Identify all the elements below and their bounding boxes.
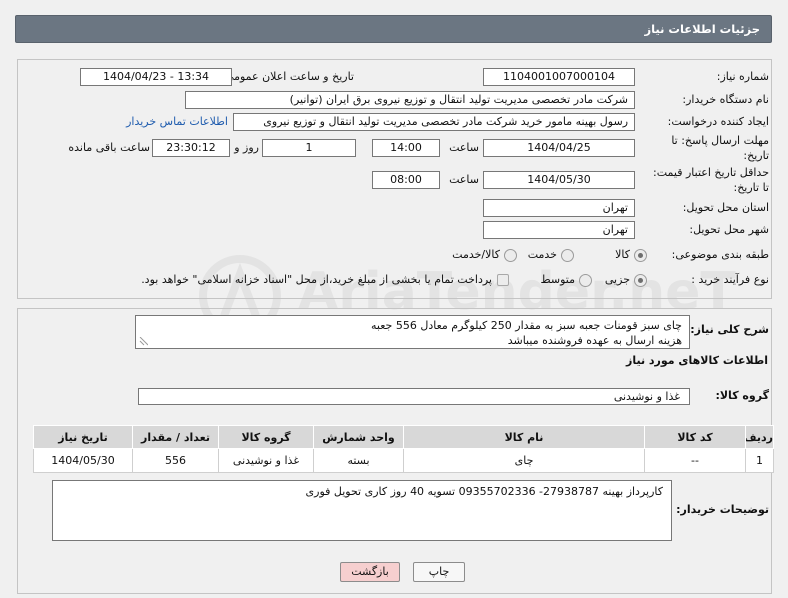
category-service-label: خدمت bbox=[527, 248, 557, 261]
description-line: هزینه ارسال به عهده فروشنده میباشد bbox=[507, 334, 682, 347]
delivery-province-field[interactable]: تهران bbox=[483, 199, 635, 217]
process-medium-label: متوسط bbox=[540, 273, 575, 286]
print-button[interactable]: چاپ bbox=[413, 562, 465, 582]
price-validity-label-line2: تا تاریخ: bbox=[733, 181, 769, 194]
table-row[interactable]: 1 -- چای بسته غذا و نوشیدنی 556 1404/05/… bbox=[33, 448, 774, 473]
column-header-need-date: تاریخ نیاز bbox=[33, 425, 133, 449]
process-minor-label: جزیی bbox=[604, 273, 630, 286]
buyer-notes-textarea[interactable]: کارپرداز بهینه 27938787- 09355702336 تسو… bbox=[52, 480, 672, 541]
table-header-row: ردیف کد کالا نام کالا واحد شمارش گروه کا… bbox=[33, 425, 774, 449]
goods-group-label: گروه کالا: bbox=[715, 389, 769, 402]
buyer-org-label: نام دستگاه خریدار: bbox=[682, 93, 769, 106]
process-medium-radio[interactable] bbox=[579, 274, 592, 287]
page-header: جزئیات اطلاعات نیاز bbox=[15, 15, 772, 43]
goods-group-field[interactable]: غذا و نوشیدنی bbox=[138, 388, 690, 405]
buyer-org-field[interactable]: شرکت مادر تخصصی مدیریت تولید انتقال و تو… bbox=[185, 91, 635, 109]
response-deadline-time-field[interactable]: 14:00 bbox=[372, 139, 440, 157]
description-textarea[interactable]: چای سبز قومنات جعبه سبز به مقدار 250 کیل… bbox=[135, 315, 690, 349]
description-line: چای سبز قومنات جعبه سبز به مقدار 250 کیل… bbox=[371, 319, 682, 332]
requester-label: ایجاد کننده درخواست: bbox=[667, 115, 769, 128]
category-goods-radio[interactable] bbox=[634, 249, 647, 262]
column-header-row-number: ردیف bbox=[745, 425, 774, 449]
remaining-time-label: ساعت باقی مانده bbox=[68, 141, 150, 154]
buyer-notes-label: توضیحات خریدار: bbox=[676, 503, 769, 516]
remaining-days-field[interactable]: 1 bbox=[262, 139, 356, 157]
price-validity-time-label: ساعت bbox=[449, 173, 479, 186]
delivery-city-label: شهر محل تحویل: bbox=[689, 223, 769, 236]
remaining-time-field[interactable]: 23:30:12 bbox=[152, 139, 230, 157]
cell-row-number: 1 bbox=[745, 448, 774, 473]
category-goods-service-label: کالا/خدمت bbox=[452, 248, 500, 261]
buyer-notes-text: کارپرداز بهینه 27938787- 09355702336 تسو… bbox=[305, 485, 663, 498]
category-goods-label: کالا bbox=[615, 248, 630, 261]
column-header-item-code: کد کالا bbox=[644, 425, 746, 449]
category-label: طبقه بندی موضوعی: bbox=[671, 248, 769, 261]
cell-quantity: 556 bbox=[132, 448, 219, 473]
announce-datetime-field[interactable]: 1404/04/23 - 13:34 bbox=[80, 68, 232, 86]
need-number-label: شماره نیاز: bbox=[716, 70, 769, 83]
page-title: جزئیات اطلاعات نیاز bbox=[644, 22, 760, 36]
cell-unit: بسته bbox=[313, 448, 404, 473]
treasury-bonds-checkbox[interactable] bbox=[497, 274, 509, 286]
process-type-label: نوع فرآیند خرید : bbox=[691, 273, 769, 286]
goods-heading: اطلاعات کالاهای مورد نیاز bbox=[626, 354, 768, 367]
cell-item-code: -- bbox=[644, 448, 746, 473]
buyer-contact-link[interactable]: اطلاعات تماس خریدار bbox=[110, 113, 228, 131]
response-deadline-label-line2: تاریخ: bbox=[743, 149, 769, 162]
column-header-item-name: نام کالا bbox=[403, 425, 645, 449]
price-validity-date-field[interactable]: 1404/05/30 bbox=[483, 171, 635, 189]
price-validity-time-field[interactable]: 08:00 bbox=[372, 171, 440, 189]
announce-datetime-label: تاریخ و ساعت اعلان عمومی: bbox=[221, 70, 354, 83]
need-number-field[interactable]: 1104001007000104 bbox=[483, 68, 635, 86]
process-minor-radio[interactable] bbox=[634, 274, 647, 287]
delivery-province-label: استان محل تحویل: bbox=[682, 201, 769, 214]
column-header-item-group: گروه کالا bbox=[218, 425, 314, 449]
cell-item-name: چای bbox=[403, 448, 645, 473]
remaining-days-label: روز و bbox=[234, 141, 259, 154]
response-deadline-time-label: ساعت bbox=[449, 141, 479, 154]
cell-item-group: غذا و نوشیدنی bbox=[218, 448, 314, 473]
response-deadline-label-line1: مهلت ارسال پاسخ: تا bbox=[671, 134, 769, 147]
description-label: شرح کلی نیاز: bbox=[690, 323, 769, 336]
requester-field[interactable]: رسول بهینه مامور خرید شرکت مادر تخصصی مد… bbox=[233, 113, 635, 131]
response-deadline-date-field[interactable]: 1404/04/25 bbox=[483, 139, 635, 157]
back-button[interactable]: بازگشت bbox=[340, 562, 400, 582]
price-validity-label-line1: حداقل تاریخ اعتبار قیمت: bbox=[653, 166, 769, 179]
column-header-quantity: تعداد / مقدار bbox=[132, 425, 219, 449]
category-goods-service-radio[interactable] bbox=[504, 249, 517, 262]
goods-table: ردیف کد کالا نام کالا واحد شمارش گروه کا… bbox=[33, 425, 774, 473]
category-service-radio[interactable] bbox=[561, 249, 574, 262]
treasury-bonds-label: پرداخت تمام یا بخشی از مبلغ خرید،از محل … bbox=[141, 273, 492, 286]
delivery-city-field[interactable]: تهران bbox=[483, 221, 635, 239]
column-header-unit: واحد شمارش bbox=[313, 425, 404, 449]
cell-need-date: 1404/05/30 bbox=[33, 448, 133, 473]
resize-grip-icon[interactable] bbox=[139, 337, 148, 346]
